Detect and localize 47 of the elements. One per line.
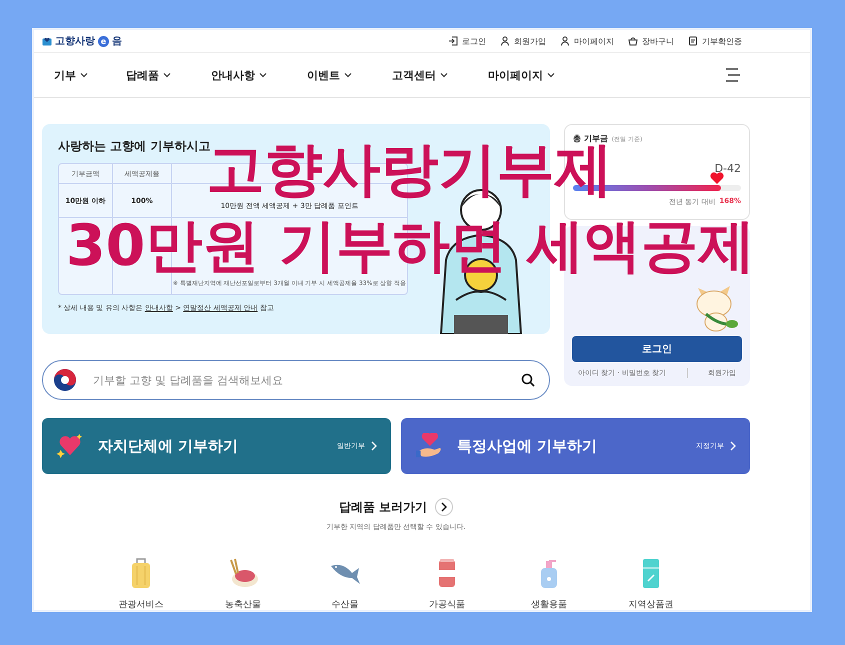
document-icon <box>688 36 698 46</box>
section-title: 답례품 보러가기 <box>338 498 428 516</box>
nav-menu-item[interactable]: 기부 <box>54 68 88 82</box>
search-bar[interactable]: 기부할 고향 및 답례품을 검색해보세요 <box>42 360 550 400</box>
category-link[interactable]: 지역상품권 <box>628 598 674 610</box>
login-icon <box>448 36 458 46</box>
nav-menu-item[interactable]: 마이페이지 <box>488 68 555 82</box>
chevron-right-icon <box>441 502 448 512</box>
chevron-right-icon <box>371 441 377 451</box>
category-link[interactable]: 수산물 <box>332 598 358 610</box>
stats-label: 총 기부금 <box>573 133 608 144</box>
nav-menu-item[interactable]: 답례품 <box>126 68 171 82</box>
login-button[interactable]: 로그인 <box>572 336 742 362</box>
utility-link[interactable]: 회원가입 <box>500 36 546 46</box>
chevron-right-icon <box>730 441 736 451</box>
person-icon <box>560 36 570 46</box>
caret-icon <box>344 72 352 78</box>
search-icon[interactable] <box>521 373 535 387</box>
category-link[interactable]: 생활용품 <box>531 598 567 610</box>
caret-icon <box>259 72 267 78</box>
next-button[interactable] <box>435 498 454 516</box>
taegeuk-logo-icon <box>53 368 77 392</box>
site-logo[interactable]: 고향사랑 e 음 <box>42 34 122 48</box>
category-link[interactable]: 농축산물 <box>225 598 261 610</box>
caret-icon <box>440 72 448 78</box>
utility-link[interactable]: 마이페이지 <box>560 36 614 46</box>
person-icon <box>500 36 510 46</box>
utility-link[interactable]: 로그인 <box>448 36 486 46</box>
nav-menu-item[interactable]: 안내사항 <box>211 68 267 82</box>
nav-menu-item[interactable]: 이벤트 <box>307 68 352 82</box>
category-link[interactable]: 관광서비스 <box>118 598 164 610</box>
category-link[interactable]: 가공식품 <box>429 598 465 610</box>
caret-icon <box>80 72 88 78</box>
heart-icon <box>708 171 725 185</box>
card-title: 특정사업에 기부하기 <box>457 436 598 456</box>
utility-link[interactable]: 기부확인증 <box>688 36 742 46</box>
basket-icon <box>628 36 638 46</box>
card-title: 자치단체에 기부하기 <box>98 436 238 456</box>
d-day-label: D-42 <box>714 162 741 175</box>
sparkling-heart-icon <box>56 433 84 459</box>
hand-heart-icon <box>415 433 443 459</box>
nav-menu-item[interactable]: 고객센터 <box>392 68 448 82</box>
caret-icon <box>547 72 555 78</box>
caret-icon <box>163 72 171 78</box>
menu-icon[interactable] <box>724 68 740 82</box>
search-input[interactable]: 기부할 고향 및 답례품을 검색해보세요 <box>91 372 507 388</box>
utility-link[interactable]: 장바구니 <box>628 36 674 46</box>
